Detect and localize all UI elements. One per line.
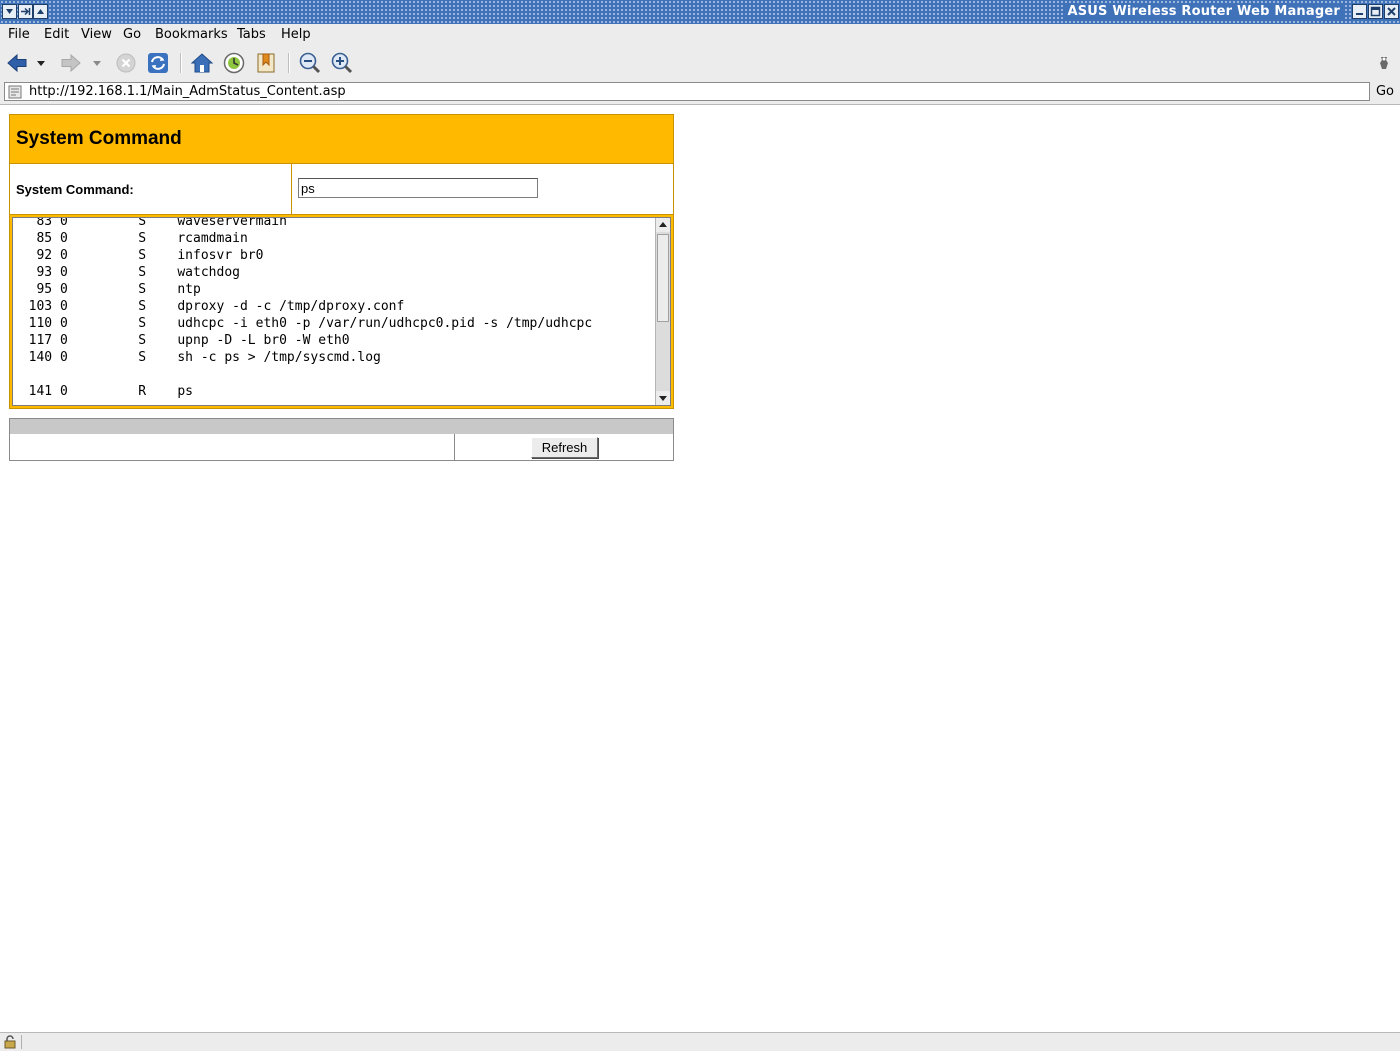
system-command-input[interactable]: ps: [298, 178, 538, 198]
location-bar: http://192.168.1.1/Main_AdmStatus_Conten…: [0, 80, 1400, 105]
command-output-text: 83 0 S waveservermain 85 0 S rcamdmain 9…: [28, 217, 593, 399]
navigation-toolbar: [0, 45, 1400, 80]
menu-help[interactable]: Help: [281, 27, 311, 42]
go-button[interactable]: Go: [1376, 84, 1394, 99]
url-text: http://192.168.1.1/Main_AdmStatus_Conten…: [29, 84, 346, 99]
menu-bookmarks[interactable]: Bookmarks: [155, 27, 228, 42]
maximize-icon[interactable]: [1368, 4, 1383, 19]
footer-cell-divider: [454, 434, 455, 460]
command-label: System Command:: [16, 182, 134, 197]
zoom-out-icon[interactable]: [298, 51, 322, 75]
bookmarks-icon[interactable]: [254, 51, 278, 75]
system-command-panel: System Command System Command: ps 83 0 S…: [9, 114, 674, 409]
window-titlebar: ASUS Wireless Router Web Manager: [0, 0, 1400, 25]
throbber-icon: [1376, 51, 1392, 75]
refresh-button[interactable]: Refresh: [531, 437, 598, 458]
reload-icon[interactable]: [146, 51, 170, 75]
page-title: System Command: [16, 128, 182, 149]
security-lock-icon: [3, 1035, 19, 1053]
status-separator: [21, 1035, 22, 1049]
back-dropdown-icon[interactable]: [34, 51, 48, 75]
home-icon[interactable]: [190, 51, 214, 75]
zoom-in-icon[interactable]: [330, 51, 354, 75]
menu-view[interactable]: View: [81, 27, 112, 42]
output-scrollbar[interactable]: [655, 218, 670, 405]
forward-dropdown-icon[interactable]: [90, 51, 104, 75]
scroll-up-icon[interactable]: [656, 218, 670, 232]
action-footer: Refresh: [9, 418, 674, 461]
window-menu-icon[interactable]: [2, 4, 17, 19]
menu-bar: File Edit View Go Bookmarks Tabs Help: [0, 24, 1400, 45]
menu-tabs[interactable]: Tabs: [237, 27, 266, 42]
menu-go[interactable]: Go: [123, 27, 141, 42]
footer-bar: [10, 419, 673, 434]
form-divider: [291, 164, 292, 214]
menu-file[interactable]: File: [8, 27, 30, 42]
url-input[interactable]: http://192.168.1.1/Main_AdmStatus_Conten…: [4, 82, 1370, 101]
panel-header: System Command: [9, 114, 674, 164]
toolbar-separator: [180, 53, 182, 73]
toolbar-separator: [288, 53, 290, 73]
window-title: ASUS Wireless Router Web Manager: [1063, 3, 1344, 20]
stop-icon[interactable]: [114, 51, 138, 75]
scroll-down-icon[interactable]: [656, 391, 670, 405]
raise-icon[interactable]: [33, 4, 48, 19]
page-icon: [8, 85, 22, 103]
minimize-icon[interactable]: [1352, 4, 1367, 19]
command-output-textarea[interactable]: 83 0 S waveservermain 85 0 S rcamdmain 9…: [12, 217, 671, 406]
output-frame: 83 0 S waveservermain 85 0 S rcamdmain 9…: [9, 214, 674, 409]
back-icon[interactable]: [5, 51, 29, 75]
status-bar: [0, 1032, 1400, 1051]
history-icon[interactable]: [222, 51, 246, 75]
forward-icon[interactable]: [59, 51, 83, 75]
scroll-thumb[interactable]: [657, 234, 669, 322]
close-icon[interactable]: [1384, 4, 1399, 19]
command-form-row: System Command: ps: [9, 164, 674, 214]
shade-icon[interactable]: [18, 4, 33, 19]
menu-edit[interactable]: Edit: [44, 27, 69, 42]
